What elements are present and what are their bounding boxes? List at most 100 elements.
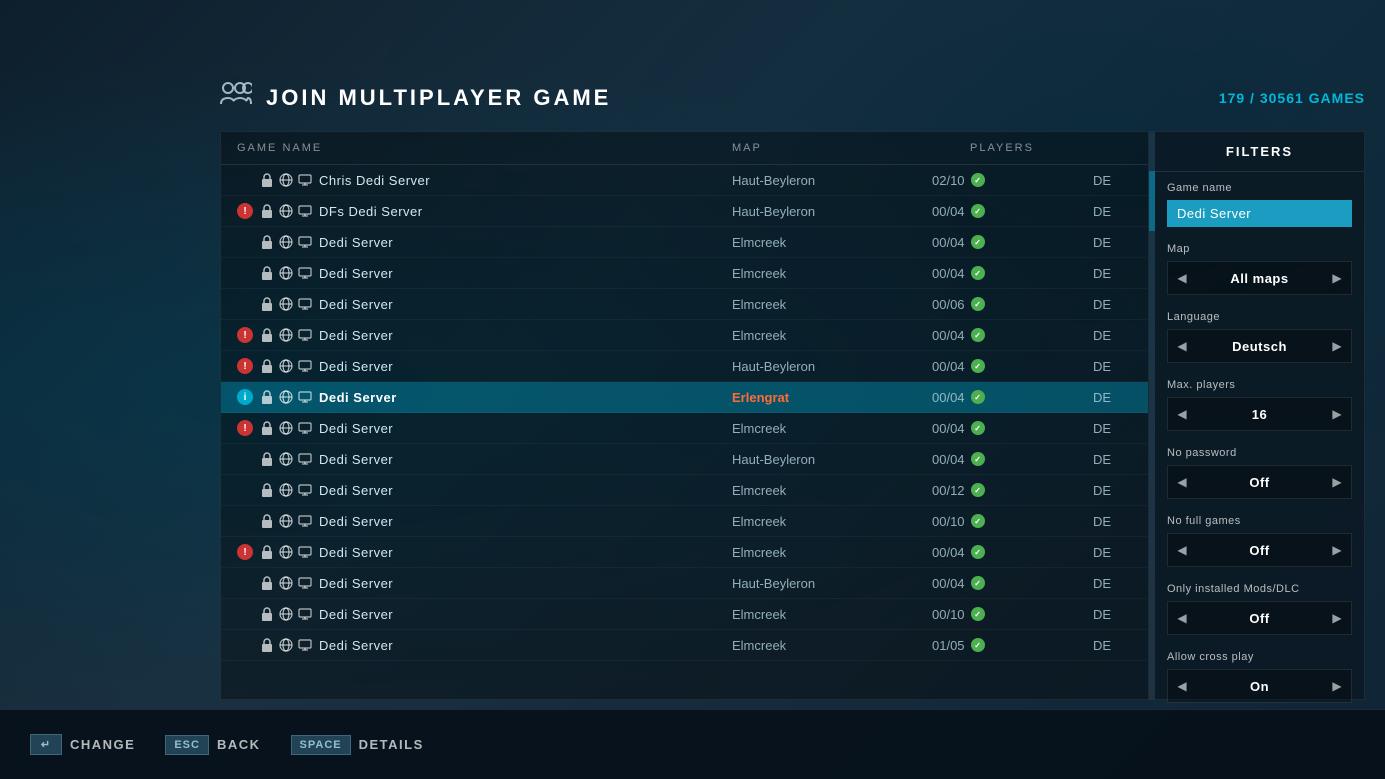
icon-placeholder [237, 296, 253, 312]
server-name-text: Dedi Server [319, 607, 393, 622]
server-name-text: Dedi Server [319, 514, 393, 529]
server-name-text: Dedi Server [319, 266, 393, 281]
filters-title: FILTERS [1155, 132, 1364, 172]
monitor-icon [297, 607, 313, 621]
server-lang: DE [1072, 204, 1132, 219]
warning-icon: ! [237, 358, 253, 374]
only-mods-prev-arrow[interactable]: ◀ [1168, 602, 1196, 634]
globe-icon [278, 204, 294, 218]
server-type-icons [259, 483, 313, 497]
filter-game-name-input[interactable] [1167, 200, 1352, 227]
globe-icon [278, 173, 294, 187]
server-name-cell: Dedi Server [237, 234, 732, 250]
server-status-dot [971, 421, 985, 435]
col-map: MAP [732, 142, 932, 154]
scroll-thumb[interactable] [1149, 171, 1155, 231]
lock-icon [259, 173, 275, 187]
server-type-icons [259, 607, 313, 621]
monitor-icon [297, 576, 313, 590]
server-lang: DE [1072, 235, 1132, 250]
filter-no-password-value: Off [1196, 475, 1323, 490]
server-players: 00/04 [932, 545, 1072, 560]
server-row[interactable]: ! DFs Dedi S [221, 196, 1148, 227]
back-button[interactable]: ESC BACK [165, 735, 260, 755]
filter-game-name-label: Game name [1167, 182, 1352, 194]
details-button[interactable]: SPACE DETAILS [291, 735, 424, 755]
lock-icon [259, 235, 275, 249]
globe-icon [278, 235, 294, 249]
server-map: Haut-Beyleron [732, 576, 932, 591]
server-row[interactable]: Dedi ServerElmcreek00/04DE [221, 258, 1148, 289]
filter-cross-play-selector: ◀ On ▶ [1167, 669, 1352, 703]
globe-icon [278, 576, 294, 590]
server-row[interactable]: Dedi ServerElmcreek01/05DE [221, 630, 1148, 661]
filter-max-players-selector: ◀ 16 ▶ [1167, 397, 1352, 431]
server-name-text: Dedi Server [319, 328, 393, 343]
monitor-icon [297, 173, 313, 187]
server-map: Elmcreek [732, 328, 932, 343]
server-lang: DE [1072, 173, 1132, 188]
cross-play-prev-arrow[interactable]: ◀ [1168, 670, 1196, 702]
server-row[interactable]: Chris Dedi ServerHaut-Beyleron02/10DE [221, 165, 1148, 196]
filter-language-label: Language [1167, 311, 1352, 323]
cross-play-next-arrow[interactable]: ▶ [1323, 670, 1351, 702]
server-name-text: Dedi Server [319, 483, 393, 498]
server-map: Haut-Beyleron [732, 173, 932, 188]
server-row[interactable]: Dedi ServerElmcreek00/10DE [221, 506, 1148, 537]
server-players: 00/04 [932, 266, 1072, 281]
server-row[interactable]: Dedi ServerElmcreek00/10DE [221, 599, 1148, 630]
monitor-icon [297, 204, 313, 218]
server-map: Elmcreek [732, 483, 932, 498]
games-count: 179 / 30561 GAMES [1219, 90, 1365, 106]
server-row[interactable]: Dedi ServerElmcreek00/12DE [221, 475, 1148, 506]
filter-only-mods-section: Only installed Mods/DLC ◀ Off ▶ [1155, 573, 1364, 641]
server-name-cell: ! Dedi Serve [237, 327, 732, 343]
no-full-games-next-arrow[interactable]: ▶ [1323, 534, 1351, 566]
server-lang: DE [1072, 297, 1132, 312]
change-button[interactable]: ↵ CHANGE [30, 734, 135, 755]
server-type-icons [259, 266, 313, 280]
server-row[interactable]: ! Dedi Serve [221, 320, 1148, 351]
server-lang: DE [1072, 514, 1132, 529]
map-prev-arrow[interactable]: ◀ [1168, 262, 1196, 294]
server-row[interactable]: ! Dedi Serve [221, 537, 1148, 568]
info-icon: i [237, 389, 253, 405]
col-lang [1072, 142, 1132, 154]
server-status-dot [971, 576, 985, 590]
server-name-text: Dedi Server [319, 421, 393, 436]
filter-no-full-games-label: No full games [1167, 515, 1352, 527]
server-type-icons [259, 452, 313, 466]
server-type-icons [259, 390, 313, 404]
language-prev-arrow[interactable]: ◀ [1168, 330, 1196, 362]
only-mods-next-arrow[interactable]: ▶ [1323, 602, 1351, 634]
globe-icon [278, 421, 294, 435]
globe-icon [278, 328, 294, 342]
icon-placeholder [237, 637, 253, 653]
monitor-icon [297, 266, 313, 280]
globe-icon [278, 297, 294, 311]
language-next-arrow[interactable]: ▶ [1323, 330, 1351, 362]
no-password-prev-arrow[interactable]: ◀ [1168, 466, 1196, 498]
no-password-next-arrow[interactable]: ▶ [1323, 466, 1351, 498]
server-row[interactable]: Dedi ServerHaut-Beyleron00/04DE [221, 444, 1148, 475]
server-name-cell: Dedi Server [237, 575, 732, 591]
server-name-cell: ! DFs Dedi S [237, 203, 732, 219]
server-row[interactable]: i Dedi Serve [221, 382, 1148, 413]
filter-max-players-label: Max. players [1167, 379, 1352, 391]
server-row[interactable]: Dedi ServerHaut-Beyleron00/04DE [221, 568, 1148, 599]
map-next-arrow[interactable]: ▶ [1323, 262, 1351, 294]
server-type-icons [259, 297, 313, 311]
server-row[interactable]: ! Dedi Serve [221, 351, 1148, 382]
server-row[interactable]: ! Dedi Serve [221, 413, 1148, 444]
max-players-next-arrow[interactable]: ▶ [1323, 398, 1351, 430]
no-full-games-prev-arrow[interactable]: ◀ [1168, 534, 1196, 566]
max-players-prev-arrow[interactable]: ◀ [1168, 398, 1196, 430]
scrollbar[interactable] [1149, 131, 1155, 700]
server-map: Elmcreek [732, 266, 932, 281]
server-status-dot [971, 390, 985, 404]
server-row[interactable]: Dedi ServerElmcreek00/04DE [221, 227, 1148, 258]
filter-max-players-section: Max. players ◀ 16 ▶ [1155, 369, 1364, 437]
server-players: 00/12 [932, 483, 1072, 498]
server-lang: DE [1072, 638, 1132, 653]
server-row[interactable]: Dedi ServerElmcreek00/06DE [221, 289, 1148, 320]
